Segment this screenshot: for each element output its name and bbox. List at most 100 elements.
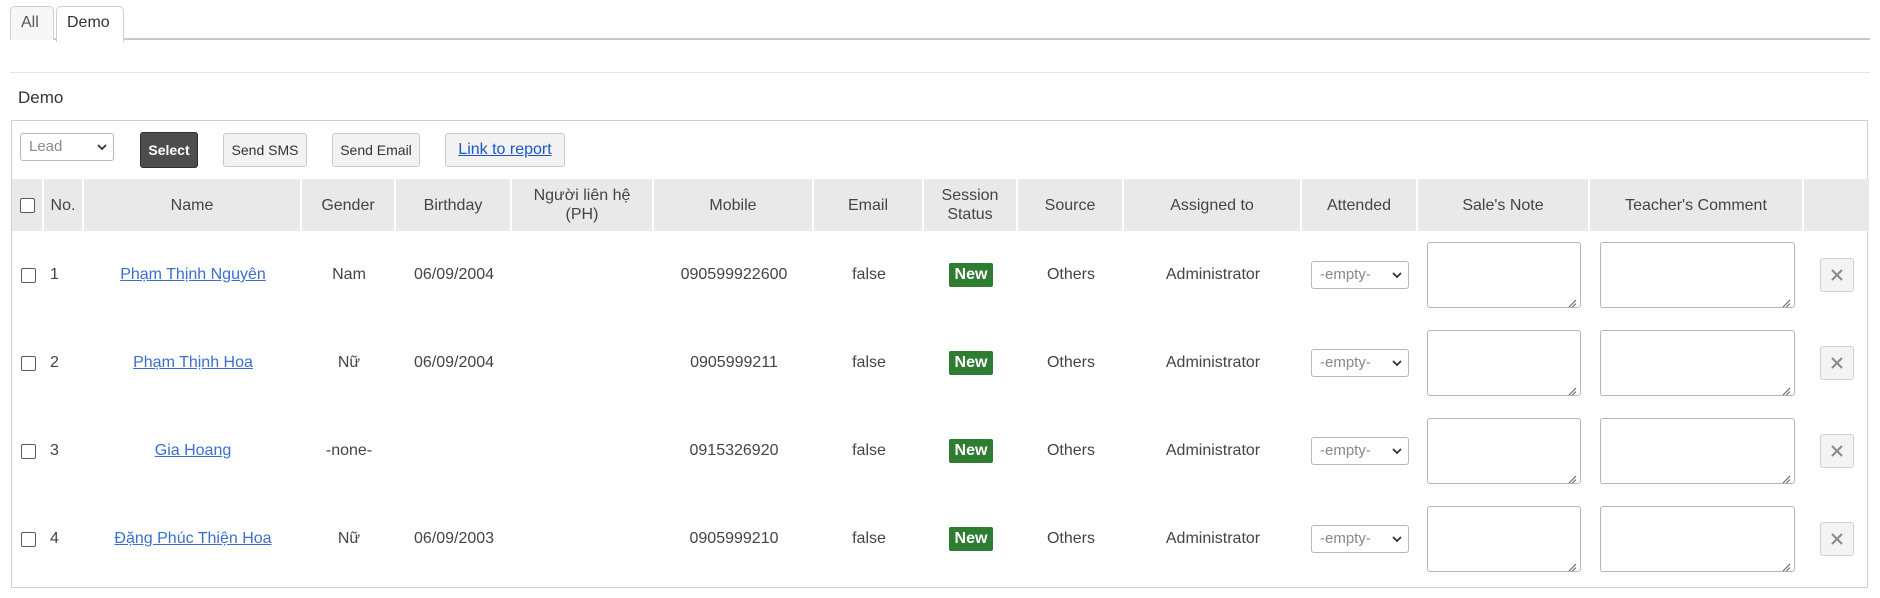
row-teacher-comment-cell [1590, 495, 1804, 583]
row-assigned-to: Administrator [1165, 266, 1261, 283]
sales-note-textarea[interactable] [1427, 330, 1581, 396]
col-mobile: Mobile [654, 179, 814, 231]
col-assigned-to: Assigned to [1124, 179, 1302, 231]
close-icon [1830, 269, 1843, 281]
row-contact [512, 231, 654, 319]
table-row: 3 Gia Hoang -none- 0915326920 false New … [12, 407, 1869, 495]
status-badge: New [948, 527, 994, 551]
teacher-comment-textarea[interactable] [1599, 330, 1795, 396]
select-all-cell [12, 179, 44, 231]
col-email: Email [814, 179, 924, 231]
row-no: 1 [50, 266, 59, 283]
row-no: 2 [50, 354, 59, 371]
attended-select[interactable]: -empty- [1311, 261, 1409, 289]
resize-grip-icon[interactable] [1568, 295, 1577, 308]
row-teacher-comment-cell [1590, 319, 1804, 407]
close-icon [1830, 533, 1843, 545]
row-actions-cell [1804, 495, 1869, 583]
student-name-link[interactable]: Đặng Phúc Thiện Hoa [114, 530, 271, 548]
row-source: Others [1046, 530, 1095, 547]
student-name-link[interactable]: Phạm Thịnh Nguyên [120, 266, 266, 284]
status-badge: New [948, 351, 994, 375]
row-name-cell: Phạm Thịnh Hoa [84, 319, 302, 407]
resize-grip-icon[interactable] [1782, 471, 1791, 484]
row-teacher-comment-cell [1590, 231, 1804, 319]
row-name-cell: Phạm Thịnh Nguyên [84, 231, 302, 319]
sales-note-textarea[interactable] [1427, 506, 1581, 572]
row-gender: -none- [325, 442, 373, 459]
teacher-comment-textarea[interactable] [1599, 242, 1795, 308]
row-status-cell: New [924, 319, 1018, 407]
tab-all[interactable]: All [10, 6, 54, 40]
row-source: Others [1046, 442, 1095, 459]
chevron-down-icon [1392, 446, 1402, 456]
attended-select[interactable]: -empty- [1311, 525, 1409, 553]
row-sales-note-cell [1418, 407, 1590, 495]
resize-grip-icon[interactable] [1782, 559, 1791, 572]
select-button[interactable]: Select [140, 132, 198, 168]
row-contact [512, 407, 654, 495]
row-gender: Nữ [337, 530, 361, 547]
attended-select[interactable]: -empty- [1311, 349, 1409, 377]
row-checkbox[interactable] [20, 443, 36, 459]
row-no: 3 [50, 442, 59, 459]
send-sms-button[interactable]: Send SMS [223, 133, 307, 167]
delete-row-button[interactable] [1819, 346, 1854, 380]
resize-grip-icon[interactable] [1568, 559, 1577, 572]
resize-grip-icon[interactable] [1568, 471, 1577, 484]
demo-panel: Lead Select Send SMS Send Email Link to … [11, 120, 1869, 588]
table-header: No. Name Gender Birthday Người liên hệ (… [12, 179, 1869, 231]
col-no: No. [44, 179, 84, 231]
col-teacher-comment: Teacher's Comment [1590, 179, 1804, 231]
row-sales-note-cell [1418, 495, 1590, 583]
close-icon [1830, 357, 1843, 369]
sales-note-textarea[interactable] [1427, 242, 1581, 308]
resize-grip-icon[interactable] [1782, 295, 1791, 308]
link-to-report[interactable]: Link to report [445, 133, 565, 167]
resize-grip-icon[interactable] [1782, 383, 1791, 396]
status-filter-value: Lead [29, 138, 63, 155]
row-checkbox[interactable] [20, 531, 36, 547]
select-all-checkbox[interactable] [19, 197, 35, 213]
col-gender: Gender [302, 179, 396, 231]
teacher-comment-textarea[interactable] [1599, 418, 1795, 484]
row-assigned-to: Administrator [1165, 442, 1261, 459]
status-filter-select[interactable]: Lead [20, 133, 114, 161]
row-gender: Nam [332, 266, 366, 283]
row-email: false [852, 442, 886, 459]
col-source: Source [1018, 179, 1124, 231]
teacher-comment-textarea[interactable] [1599, 506, 1795, 572]
row-no: 4 [50, 530, 59, 547]
row-checkbox[interactable] [20, 355, 36, 371]
section-title: Demo [18, 88, 64, 107]
attended-select[interactable]: -empty- [1311, 437, 1409, 465]
row-email: false [852, 354, 886, 371]
student-name-link[interactable]: Gia Hoang [155, 442, 232, 460]
row-status-cell: New [924, 495, 1018, 583]
row-select-cell [12, 407, 44, 495]
sales-note-textarea[interactable] [1427, 418, 1581, 484]
row-checkbox[interactable] [20, 267, 36, 283]
chevron-down-icon [1392, 534, 1402, 544]
status-badge: New [948, 263, 994, 287]
row-actions-cell [1804, 407, 1869, 495]
row-sales-note-cell [1418, 319, 1590, 407]
col-birthday: Birthday [396, 179, 512, 231]
delete-row-button[interactable] [1819, 258, 1854, 292]
col-sales-note: Sale's Note [1418, 179, 1590, 231]
table-row: 1 Phạm Thịnh Nguyên Nam 06/09/2004 09059… [12, 231, 1869, 319]
delete-row-button[interactable] [1819, 434, 1854, 468]
send-email-button[interactable]: Send Email [332, 133, 420, 167]
row-birthday: 06/09/2003 [413, 530, 495, 547]
delete-row-button[interactable] [1819, 522, 1854, 556]
col-session-status: Session Status [924, 179, 1018, 231]
tab-bar: All Demo [10, 6, 1870, 42]
resize-grip-icon[interactable] [1568, 383, 1577, 396]
row-source: Others [1046, 266, 1095, 283]
row-birthday [396, 407, 512, 495]
row-mobile: 0905999210 [689, 530, 779, 547]
row-attended-cell: -empty- [1302, 319, 1418, 407]
student-name-link[interactable]: Phạm Thịnh Hoa [133, 354, 253, 372]
tab-demo[interactable]: Demo [56, 6, 124, 42]
row-select-cell [12, 495, 44, 583]
